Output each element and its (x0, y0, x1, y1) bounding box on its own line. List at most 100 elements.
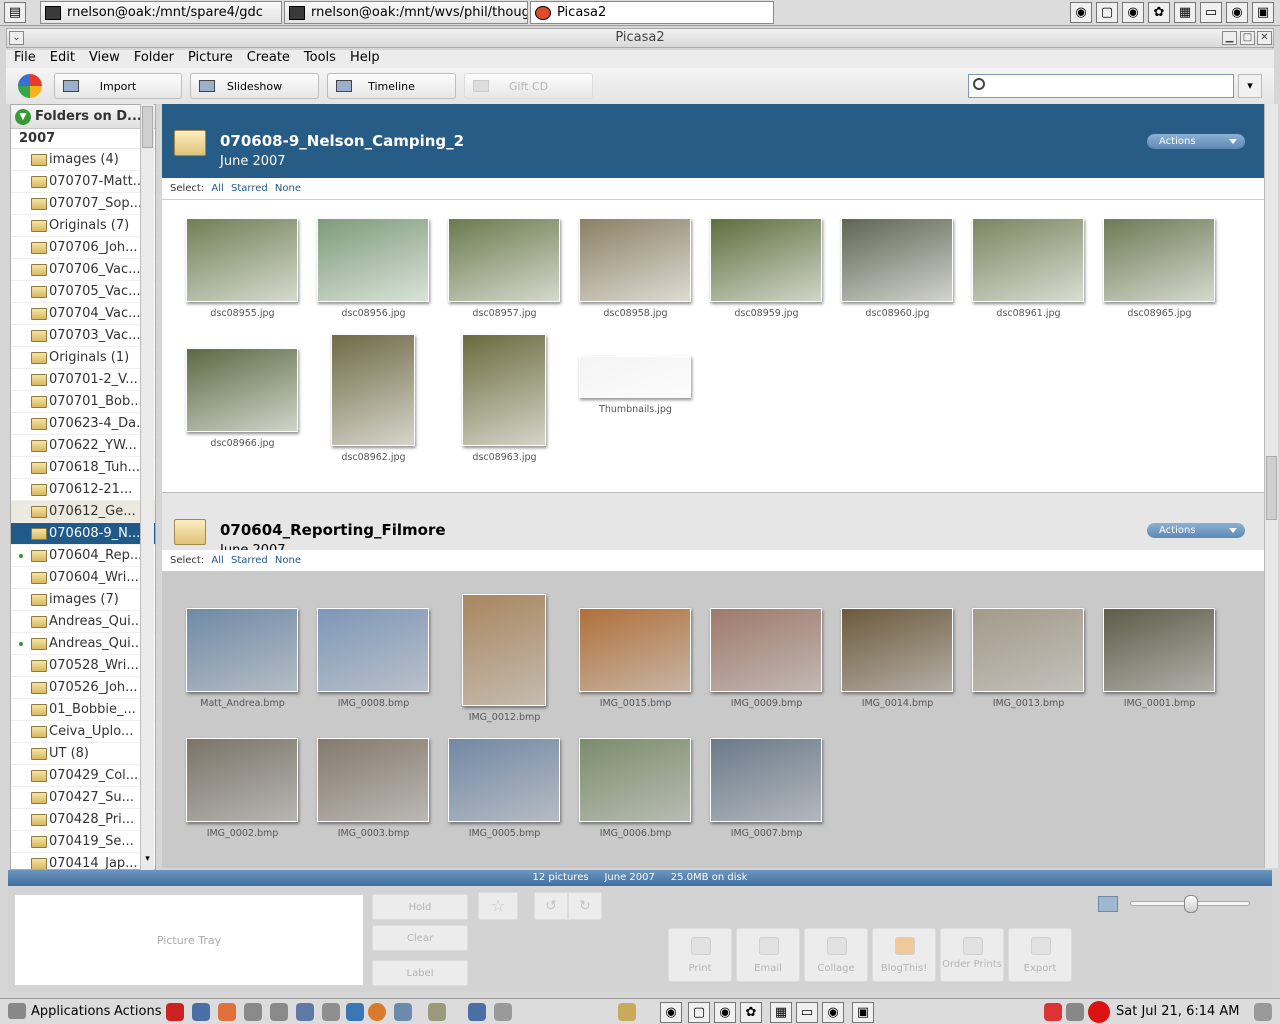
firefox-launcher-icon[interactable] (368, 1003, 386, 1021)
minimize-icon[interactable]: ▁ (1222, 31, 1237, 45)
photo-image[interactable] (317, 738, 429, 822)
window-list-icon[interactable]: ▦ (770, 1002, 792, 1023)
rotate-right-icon[interactable]: ↻ (568, 892, 602, 920)
rotate-left-icon[interactable]: ↺ (534, 892, 568, 920)
collage-button[interactable]: Collage (804, 928, 868, 982)
select-none-link[interactable]: None (275, 183, 301, 194)
menu-file[interactable]: File (6, 50, 42, 68)
sidebar-folder-item[interactable]: 070419_Se... (11, 831, 155, 853)
photo-image[interactable] (841, 218, 953, 302)
photo-thumbnail[interactable]: IMG_0006.bmp (579, 720, 710, 850)
sidebar-folder-item[interactable]: 070414_Jap... (11, 853, 155, 869)
photo-image[interactable] (1103, 218, 1215, 302)
picture-tray[interactable]: Picture Tray (14, 894, 364, 986)
picasa-icon[interactable]: ✿ (740, 1002, 762, 1023)
app-launcher-icon[interactable] (244, 1003, 262, 1021)
menu-edit[interactable]: Edit (42, 50, 81, 68)
firefox-icon[interactable]: ◉ (660, 1002, 682, 1023)
photo-thumbnail[interactable]: IMG_0001.bmp (1103, 590, 1234, 720)
scrollbar-thumb[interactable] (1266, 456, 1277, 520)
sidebar-folder-item[interactable]: 070703_Vac... (11, 325, 155, 347)
app-launcher-icon[interactable] (296, 1003, 314, 1021)
photo-thumbnail[interactable]: IMG_0002.bmp (186, 720, 317, 850)
sidebar-folder-item[interactable]: 070427_Su... (11, 787, 155, 809)
window-icon[interactable]: ▭ (796, 1002, 818, 1023)
firefox-icon[interactable]: ◉ (1122, 2, 1144, 23)
photo-thumbnail[interactable]: IMG_0007.bmp (710, 720, 841, 850)
photo-image[interactable] (317, 608, 429, 692)
photo-thumbnail[interactable]: dsc08955.jpg (186, 200, 317, 330)
maximize-icon[interactable]: □ (1240, 31, 1255, 45)
clear-button[interactable]: Clear (372, 925, 468, 951)
select-starred-link[interactable]: Starred (231, 555, 268, 566)
photo-thumbnail[interactable]: dsc08962.jpg (317, 330, 448, 463)
menu-create[interactable]: Create (239, 50, 296, 68)
email-button[interactable]: Email (736, 928, 800, 982)
photo-thumbnail[interactable]: IMG_0014.bmp (841, 590, 972, 720)
menu-picture[interactable]: Picture (180, 50, 239, 68)
timeline-button[interactable]: Timeline (327, 73, 456, 99)
photo-thumbnail[interactable]: dsc08958.jpg (579, 200, 710, 330)
app-launcher-icon[interactable] (322, 1003, 340, 1021)
sidebar-folder-item[interactable]: 070706_Joh... (11, 237, 155, 259)
menu-tools[interactable]: Tools (296, 50, 342, 68)
star-icon[interactable]: ☆ (478, 892, 518, 920)
sidebar-folder-item[interactable]: Originals (7) (11, 215, 155, 237)
firefox-icon[interactable]: ◉ (1226, 2, 1248, 23)
photo-image[interactable] (710, 608, 822, 692)
task-picasa[interactable]: Picasa2 (530, 1, 774, 24)
close-icon[interactable]: ✕ (1257, 31, 1272, 45)
sidebar-folder-item[interactable]: 070528_Wri... (11, 655, 155, 677)
select-starred-link[interactable]: Starred (231, 183, 268, 194)
photo-thumbnail[interactable]: Thumbnails.jpg (579, 330, 710, 460)
sidebar-folder-item[interactable]: 070701_Bob... (11, 391, 155, 413)
firefox-icon[interactable]: ◉ (1070, 2, 1092, 23)
sidebar-folder-item[interactable]: UT (8) (11, 743, 155, 765)
photo-thumbnail[interactable]: dsc08966.jpg (186, 330, 317, 460)
hold-button[interactable]: Hold (372, 894, 468, 920)
photo-image[interactable] (710, 738, 822, 822)
sidebar-folder-item[interactable]: Andreas_Qui... (11, 633, 155, 655)
sidebar-folder-item[interactable]: 070526_Joh... (11, 677, 155, 699)
app-launcher-icon[interactable] (192, 1003, 210, 1021)
photo-thumbnail[interactable]: dsc08956.jpg (317, 200, 448, 330)
sidebar-folder-item[interactable]: images (4) (11, 149, 155, 171)
picasa-launcher-icon[interactable] (218, 1003, 236, 1021)
photo-thumbnail[interactable]: dsc08963.jpg (448, 330, 579, 463)
photo-image[interactable] (972, 608, 1084, 692)
folder-icon[interactable] (618, 1003, 636, 1021)
folder-list-header[interactable]: ▼ Folders on D... (11, 105, 155, 129)
photo-thumbnail[interactable]: dsc08965.jpg (1103, 200, 1234, 330)
photo-image[interactable] (972, 218, 1084, 302)
sidebar-folder-item[interactable]: 070622_YW... (11, 435, 155, 457)
firefox-icon[interactable]: ◉ (714, 1002, 736, 1023)
phone-icon[interactable] (428, 1003, 446, 1021)
sidebar-folder-item[interactable]: 070706_Vac... (11, 259, 155, 281)
sidebar-folder-item[interactable]: 070707-Matt... (11, 171, 155, 193)
sidebar-folder-item[interactable]: 070612_Ge... (11, 501, 155, 523)
window-icon[interactable]: ▢ (688, 1002, 710, 1023)
menu-help[interactable]: Help (342, 50, 386, 68)
task-terminal-1[interactable]: rnelson@oak:/mnt/spare4/gdc (40, 1, 282, 24)
record-icon[interactable] (1088, 1001, 1110, 1023)
photo-image[interactable] (462, 334, 546, 446)
sidebar-folder-item[interactable]: 070428_Pri... (11, 809, 155, 831)
photo-thumbnail[interactable]: IMG_0012.bmp (448, 590, 579, 723)
sidebar-folder-item[interactable]: 01_Bobbie_... (11, 699, 155, 721)
slider-handle[interactable] (1184, 895, 1198, 913)
photo-image[interactable] (841, 608, 953, 692)
volume-icon[interactable] (1254, 1003, 1272, 1021)
window-list-icon[interactable]: ▦ (1174, 2, 1196, 23)
sidebar-folder-item[interactable]: 070705_Vac... (11, 281, 155, 303)
window-icon[interactable]: ▢ (1096, 2, 1118, 23)
collapse-icon[interactable]: ▼ (15, 108, 31, 125)
network-icon[interactable] (1066, 1003, 1084, 1021)
magnifier-icon[interactable] (494, 1003, 512, 1021)
slideshow-button[interactable]: Slideshow (190, 73, 319, 99)
export-button[interactable]: Export (1008, 928, 1072, 982)
photo-image[interactable] (579, 356, 691, 398)
picasa-icon[interactable]: ✿ (1148, 2, 1170, 23)
blogthis-button[interactable]: BlogThis! (872, 928, 936, 982)
window-icon[interactable]: ▭ (1200, 2, 1222, 23)
photo-image[interactable] (186, 218, 298, 302)
